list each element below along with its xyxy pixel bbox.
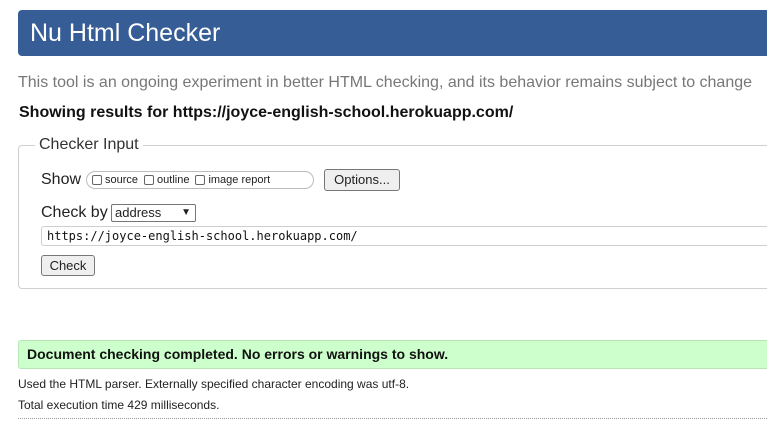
options-button[interactable]: Options... xyxy=(324,169,400,191)
divider xyxy=(18,418,767,419)
tagline: This tool is an ongoing experiment in be… xyxy=(18,74,753,91)
page-header: Nu Html Checker xyxy=(18,10,767,56)
show-label: Show xyxy=(41,171,82,188)
image-report-checkbox-label: image report xyxy=(208,174,271,186)
image-report-checkbox[interactable] xyxy=(195,175,206,185)
check-by-selected-value: address xyxy=(115,205,162,220)
show-image-report-option[interactable]: image report xyxy=(195,174,270,186)
outline-checkbox-label: outline xyxy=(157,174,190,186)
url-input[interactable]: https://joyce-english-school.herokuapp.c… xyxy=(41,226,767,246)
show-options-group: source outline image report xyxy=(86,171,314,189)
success-message: Document checking completed. No errors o… xyxy=(18,340,767,369)
show-source-option[interactable]: source xyxy=(92,174,138,186)
app-title: Nu Html Checker xyxy=(30,19,221,47)
checker-input-legend: Checker Input xyxy=(35,136,143,154)
check-by-label: Check by xyxy=(41,204,108,221)
check-by-select[interactable]: address ▼ xyxy=(111,204,196,222)
source-checkbox-label: source xyxy=(105,174,139,186)
showing-results-heading: Showing results for https://joyce-englis… xyxy=(19,104,514,121)
checker-input-fieldset: Checker Input Show source outline image … xyxy=(18,136,767,289)
execution-time: Total execution time 429 milliseconds. xyxy=(18,398,220,412)
show-outline-option[interactable]: outline xyxy=(144,174,189,186)
page: Nu Html Checker This tool is an ongoing … xyxy=(0,0,767,423)
outline-checkbox[interactable] xyxy=(144,175,155,185)
parser-info: Used the HTML parser. Externally specifi… xyxy=(18,377,410,391)
check-button[interactable]: Check xyxy=(41,255,95,276)
source-checkbox[interactable] xyxy=(92,175,102,185)
chevron-down-icon: ▼ xyxy=(181,207,191,218)
